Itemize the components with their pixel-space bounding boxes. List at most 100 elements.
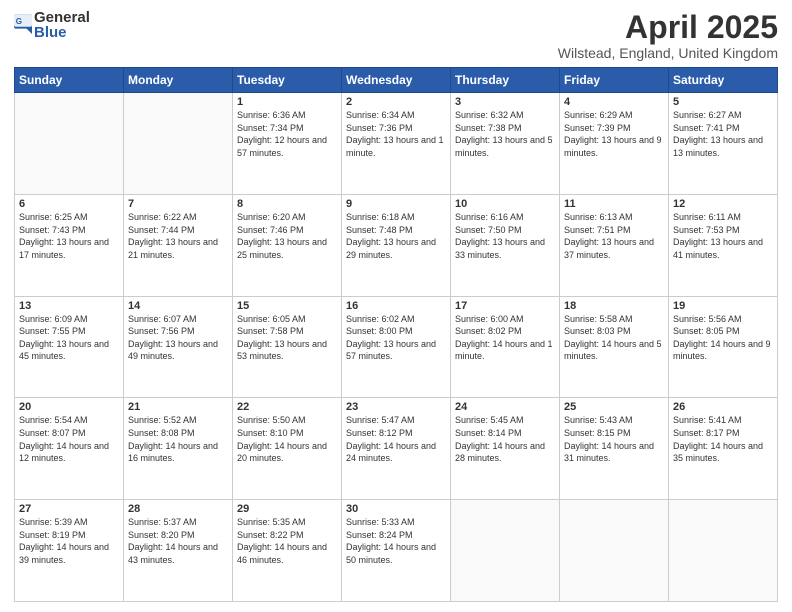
calendar-cell: 4Sunrise: 6:29 AM Sunset: 7:39 PM Daylig… — [560, 93, 669, 195]
day-number: 21 — [128, 401, 228, 413]
day-info: Sunrise: 5:47 AM Sunset: 8:12 PM Dayligh… — [346, 414, 446, 464]
day-number: 19 — [673, 300, 773, 312]
calendar-cell: 21Sunrise: 5:52 AM Sunset: 8:08 PM Dayli… — [124, 398, 233, 500]
day-info: Sunrise: 6:00 AM Sunset: 8:02 PM Dayligh… — [455, 313, 555, 363]
day-number: 2 — [346, 96, 446, 108]
calendar-cell: 12Sunrise: 6:11 AM Sunset: 7:53 PM Dayli… — [669, 194, 778, 296]
day-info: Sunrise: 6:07 AM Sunset: 7:56 PM Dayligh… — [128, 313, 228, 363]
calendar-cell: 9Sunrise: 6:18 AM Sunset: 7:48 PM Daylig… — [342, 194, 451, 296]
day-info: Sunrise: 6:20 AM Sunset: 7:46 PM Dayligh… — [237, 211, 337, 261]
logo: G General Blue — [14, 10, 90, 40]
calendar-cell: 5Sunrise: 6:27 AM Sunset: 7:41 PM Daylig… — [669, 93, 778, 195]
calendar-cell: 19Sunrise: 5:56 AM Sunset: 8:05 PM Dayli… — [669, 296, 778, 398]
day-info: Sunrise: 5:41 AM Sunset: 8:17 PM Dayligh… — [673, 414, 773, 464]
calendar-cell — [15, 93, 124, 195]
day-number: 20 — [19, 401, 119, 413]
calendar-table: SundayMondayTuesdayWednesdayThursdayFrid… — [14, 67, 778, 602]
calendar-cell: 14Sunrise: 6:07 AM Sunset: 7:56 PM Dayli… — [124, 296, 233, 398]
day-number: 6 — [19, 198, 119, 210]
calendar-cell: 18Sunrise: 5:58 AM Sunset: 8:03 PM Dayli… — [560, 296, 669, 398]
day-header-friday: Friday — [560, 68, 669, 93]
calendar-cell — [451, 500, 560, 602]
calendar-cell: 10Sunrise: 6:16 AM Sunset: 7:50 PM Dayli… — [451, 194, 560, 296]
calendar-cell: 7Sunrise: 6:22 AM Sunset: 7:44 PM Daylig… — [124, 194, 233, 296]
day-info: Sunrise: 5:33 AM Sunset: 8:24 PM Dayligh… — [346, 516, 446, 566]
day-number: 9 — [346, 198, 446, 210]
location: Wilstead, England, United Kingdom — [558, 45, 778, 61]
day-info: Sunrise: 5:52 AM Sunset: 8:08 PM Dayligh… — [128, 414, 228, 464]
title-block: April 2025 Wilstead, England, United Kin… — [558, 10, 778, 61]
calendar-cell: 15Sunrise: 6:05 AM Sunset: 7:58 PM Dayli… — [233, 296, 342, 398]
logo-icon: G — [14, 14, 32, 36]
day-info: Sunrise: 5:54 AM Sunset: 8:07 PM Dayligh… — [19, 414, 119, 464]
calendar-cell: 30Sunrise: 5:33 AM Sunset: 8:24 PM Dayli… — [342, 500, 451, 602]
day-number: 22 — [237, 401, 337, 413]
day-info: Sunrise: 6:18 AM Sunset: 7:48 PM Dayligh… — [346, 211, 446, 261]
calendar-cell: 29Sunrise: 5:35 AM Sunset: 8:22 PM Dayli… — [233, 500, 342, 602]
logo-general: General — [34, 10, 90, 25]
calendar-week-row: 20Sunrise: 5:54 AM Sunset: 8:07 PM Dayli… — [15, 398, 778, 500]
calendar-header-row: SundayMondayTuesdayWednesdayThursdayFrid… — [15, 68, 778, 93]
calendar-cell: 22Sunrise: 5:50 AM Sunset: 8:10 PM Dayli… — [233, 398, 342, 500]
calendar-cell: 23Sunrise: 5:47 AM Sunset: 8:12 PM Dayli… — [342, 398, 451, 500]
day-info: Sunrise: 6:36 AM Sunset: 7:34 PM Dayligh… — [237, 109, 337, 159]
day-info: Sunrise: 5:58 AM Sunset: 8:03 PM Dayligh… — [564, 313, 664, 363]
day-info: Sunrise: 6:27 AM Sunset: 7:41 PM Dayligh… — [673, 109, 773, 159]
calendar-cell: 27Sunrise: 5:39 AM Sunset: 8:19 PM Dayli… — [15, 500, 124, 602]
day-number: 26 — [673, 401, 773, 413]
day-number: 13 — [19, 300, 119, 312]
day-header-sunday: Sunday — [15, 68, 124, 93]
calendar-week-row: 27Sunrise: 5:39 AM Sunset: 8:19 PM Dayli… — [15, 500, 778, 602]
calendar-week-row: 6Sunrise: 6:25 AM Sunset: 7:43 PM Daylig… — [15, 194, 778, 296]
calendar-week-row: 1Sunrise: 6:36 AM Sunset: 7:34 PM Daylig… — [15, 93, 778, 195]
day-info: Sunrise: 5:56 AM Sunset: 8:05 PM Dayligh… — [673, 313, 773, 363]
day-number: 5 — [673, 96, 773, 108]
month-title: April 2025 — [558, 10, 778, 45]
calendar-cell: 20Sunrise: 5:54 AM Sunset: 8:07 PM Dayli… — [15, 398, 124, 500]
day-info: Sunrise: 6:16 AM Sunset: 7:50 PM Dayligh… — [455, 211, 555, 261]
calendar-cell: 26Sunrise: 5:41 AM Sunset: 8:17 PM Dayli… — [669, 398, 778, 500]
day-info: Sunrise: 6:13 AM Sunset: 7:51 PM Dayligh… — [564, 211, 664, 261]
day-number: 7 — [128, 198, 228, 210]
calendar-week-row: 13Sunrise: 6:09 AM Sunset: 7:55 PM Dayli… — [15, 296, 778, 398]
calendar-cell: 2Sunrise: 6:34 AM Sunset: 7:36 PM Daylig… — [342, 93, 451, 195]
day-number: 25 — [564, 401, 664, 413]
day-info: Sunrise: 6:02 AM Sunset: 8:00 PM Dayligh… — [346, 313, 446, 363]
day-number: 18 — [564, 300, 664, 312]
calendar-cell: 11Sunrise: 6:13 AM Sunset: 7:51 PM Dayli… — [560, 194, 669, 296]
logo-text: General Blue — [34, 10, 90, 40]
page: G General Blue April 2025 Wilstead, Engl… — [0, 0, 792, 612]
day-info: Sunrise: 5:37 AM Sunset: 8:20 PM Dayligh… — [128, 516, 228, 566]
day-number: 12 — [673, 198, 773, 210]
calendar-cell: 28Sunrise: 5:37 AM Sunset: 8:20 PM Dayli… — [124, 500, 233, 602]
day-info: Sunrise: 6:34 AM Sunset: 7:36 PM Dayligh… — [346, 109, 446, 159]
day-number: 4 — [564, 96, 664, 108]
day-info: Sunrise: 6:11 AM Sunset: 7:53 PM Dayligh… — [673, 211, 773, 261]
day-header-thursday: Thursday — [451, 68, 560, 93]
calendar-cell: 17Sunrise: 6:00 AM Sunset: 8:02 PM Dayli… — [451, 296, 560, 398]
calendar-cell: 3Sunrise: 6:32 AM Sunset: 7:38 PM Daylig… — [451, 93, 560, 195]
calendar-cell: 6Sunrise: 6:25 AM Sunset: 7:43 PM Daylig… — [15, 194, 124, 296]
day-number: 24 — [455, 401, 555, 413]
day-info: Sunrise: 6:29 AM Sunset: 7:39 PM Dayligh… — [564, 109, 664, 159]
day-info: Sunrise: 6:25 AM Sunset: 7:43 PM Dayligh… — [19, 211, 119, 261]
calendar-cell: 8Sunrise: 6:20 AM Sunset: 7:46 PM Daylig… — [233, 194, 342, 296]
calendar-cell — [560, 500, 669, 602]
day-header-monday: Monday — [124, 68, 233, 93]
day-number: 30 — [346, 503, 446, 515]
day-number: 16 — [346, 300, 446, 312]
day-header-tuesday: Tuesday — [233, 68, 342, 93]
calendar-cell: 24Sunrise: 5:45 AM Sunset: 8:14 PM Dayli… — [451, 398, 560, 500]
day-number: 1 — [237, 96, 337, 108]
day-info: Sunrise: 5:39 AM Sunset: 8:19 PM Dayligh… — [19, 516, 119, 566]
day-info: Sunrise: 6:05 AM Sunset: 7:58 PM Dayligh… — [237, 313, 337, 363]
day-number: 10 — [455, 198, 555, 210]
calendar-cell: 1Sunrise: 6:36 AM Sunset: 7:34 PM Daylig… — [233, 93, 342, 195]
day-number: 8 — [237, 198, 337, 210]
day-number: 29 — [237, 503, 337, 515]
svg-text:G: G — [16, 17, 22, 26]
day-number: 27 — [19, 503, 119, 515]
calendar-cell: 16Sunrise: 6:02 AM Sunset: 8:00 PM Dayli… — [342, 296, 451, 398]
day-header-saturday: Saturday — [669, 68, 778, 93]
day-info: Sunrise: 5:45 AM Sunset: 8:14 PM Dayligh… — [455, 414, 555, 464]
